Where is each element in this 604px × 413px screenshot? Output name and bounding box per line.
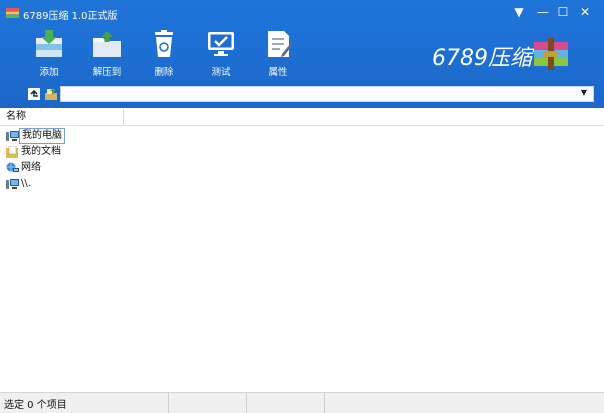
- extract-to-icon: [93, 31, 121, 57]
- up-arrow-icon: [30, 89, 38, 97]
- delete-button[interactable]: 删除: [139, 28, 189, 78]
- status-segment: 选定 0 个项目: [0, 393, 169, 413]
- list-item-label: 我的电脑: [19, 128, 65, 144]
- title-bar[interactable]: 6789压缩 1.0正式版 ▼ — ☐ ✕: [0, 0, 604, 26]
- test-button[interactable]: 测试: [196, 28, 246, 78]
- extract-to-label: 解压到: [92, 67, 122, 78]
- window-title: 6789压缩 1.0正式版: [23, 11, 118, 22]
- status-segment: [168, 393, 247, 413]
- close-button[interactable]: ✕: [575, 3, 595, 21]
- delete-icon: [155, 30, 173, 57]
- list-item-label: \\.: [21, 178, 31, 189]
- list-item[interactable]: 我的电脑: [4, 128, 65, 144]
- properties-button[interactable]: 属性: [253, 28, 303, 78]
- computer-icon: [6, 131, 19, 141]
- minimize-button[interactable]: —: [533, 3, 553, 21]
- menu-dropdown-button[interactable]: ▼: [509, 3, 529, 21]
- properties-icon: [268, 31, 292, 57]
- add-button[interactable]: 添加: [24, 28, 74, 78]
- status-segment: [246, 393, 325, 413]
- delete-label: 删除: [154, 67, 174, 78]
- properties-label: 属性: [268, 67, 288, 78]
- address-folder-icon: [45, 88, 57, 100]
- address-dropdown-icon[interactable]: ▼: [581, 88, 587, 97]
- add-archive-icon: [36, 30, 62, 57]
- list-item[interactable]: \\.: [4, 176, 38, 192]
- column-name-header[interactable]: 名称: [0, 109, 124, 125]
- test-label: 测试: [211, 67, 231, 78]
- list-item-label: 我的文档: [21, 146, 61, 157]
- status-text: 选定 0 个项目: [4, 400, 67, 411]
- maximize-button[interactable]: ☐: [553, 3, 573, 21]
- test-icon: [208, 32, 234, 56]
- list-item[interactable]: 网络: [4, 160, 44, 176]
- up-folder-button[interactable]: [28, 88, 40, 100]
- list-item[interactable]: 我的文档: [4, 144, 64, 160]
- archive-stack-logo: [534, 38, 568, 70]
- header-bar: 6789压缩 1.0正式版 ▼ — ☐ ✕ 添加 解压到 删除 测试 属性 67…: [0, 0, 604, 108]
- column-header: 名称: [0, 109, 604, 126]
- list-item-label: 网络: [21, 162, 41, 173]
- network-icon: [6, 162, 19, 172]
- documents-icon: [6, 146, 18, 158]
- app-icon: [6, 8, 19, 18]
- add-label: 添加: [39, 67, 59, 78]
- extract-to-button[interactable]: 解压到: [82, 28, 132, 78]
- address-input[interactable]: ▼: [60, 86, 594, 102]
- brand-name: 6789压缩: [432, 46, 532, 71]
- status-bar: 选定 0 个项目: [0, 392, 604, 413]
- computer-icon: [6, 179, 19, 189]
